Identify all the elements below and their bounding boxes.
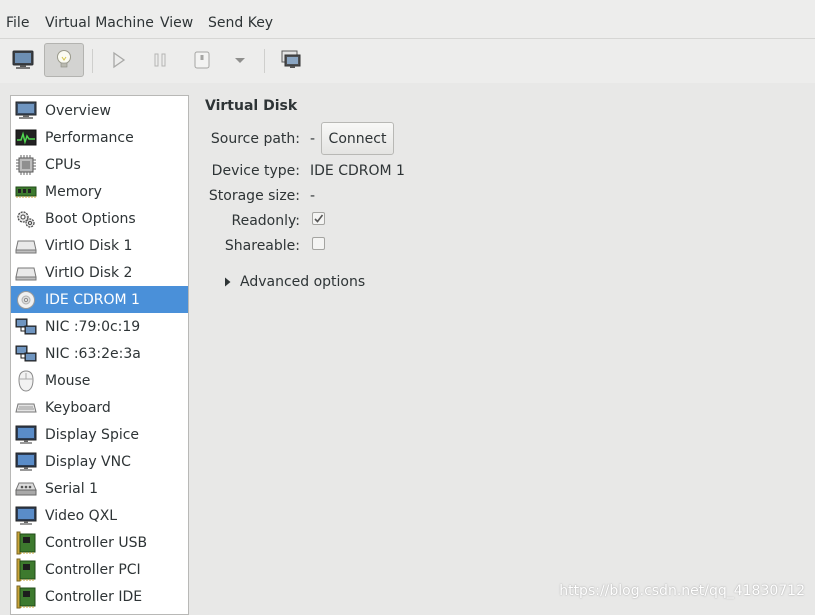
sidebar-item-label: IDE CDROM 1 — [45, 291, 140, 308]
source-path-value: - — [310, 131, 316, 147]
sidebar-item-boot-options[interactable]: Boot Options — [11, 205, 188, 232]
sidebar-item-label: Controller PCI — [45, 561, 141, 578]
controller-card-icon — [15, 558, 37, 581]
hard-disk-icon — [15, 235, 37, 257]
sidebar-item-label: Boot Options — [45, 210, 136, 227]
sidebar-item-label: VirtIO Disk 1 — [45, 237, 133, 254]
sidebar-item-controller-pci[interactable]: Controller PCI — [11, 556, 188, 583]
snapshots-icon — [281, 50, 301, 68]
toolbar-separator — [92, 49, 93, 73]
toolbar-separator — [264, 49, 265, 73]
storage-size-value: - — [310, 188, 316, 204]
cpu-chip-icon — [15, 154, 37, 176]
storage-size-label: Storage size: — [208, 188, 300, 204]
display-icon — [15, 505, 37, 527]
sidebar-item-label: VirtIO Disk 2 — [45, 264, 133, 281]
display-icon — [15, 451, 37, 473]
sidebar-item-mouse[interactable]: Mouse — [11, 367, 188, 394]
shareable-label: Shareable: — [224, 238, 300, 254]
details-button[interactable] — [44, 43, 84, 77]
watermark: https://blog.csdn.net/qq_41830712 — [559, 583, 805, 599]
menu-view[interactable]: View — [160, 15, 193, 31]
power-icon — [194, 51, 210, 69]
pause-icon — [154, 53, 166, 67]
sidebar-item-label: Performance — [45, 129, 134, 146]
advanced-options-expander[interactable]: Advanced options — [222, 274, 365, 290]
triangle-right-icon — [225, 277, 231, 287]
sidebar-item-keyboard[interactable]: Keyboard — [11, 394, 188, 421]
sidebar-item-label: Keyboard — [45, 399, 111, 416]
section-title: Virtual Disk — [205, 98, 298, 114]
sidebar-item-display-spice[interactable]: Display Spice — [11, 421, 188, 448]
sidebar-item-cpus[interactable]: CPUs — [11, 151, 188, 178]
play-icon — [113, 51, 126, 69]
sidebar-item-ide-cdrom-1[interactable]: IDE CDROM 1 — [11, 286, 188, 313]
monitor-icon — [12, 50, 34, 69]
sidebar-item-label: Overview — [45, 102, 111, 119]
advanced-options-label: Advanced options — [240, 274, 366, 290]
menu-send-key[interactable]: Send Key — [208, 15, 273, 31]
menu-virtual-machine[interactable]: Virtual Machine — [45, 15, 154, 31]
keyboard-icon — [15, 397, 37, 419]
console-button[interactable] — [3, 43, 43, 77]
readonly-label: Readonly: — [231, 213, 301, 229]
menu-file[interactable]: File — [6, 15, 29, 31]
sidebar-item-label: Video QXL — [45, 507, 118, 524]
sidebar-item-label: Display VNC — [45, 453, 131, 470]
pause-button[interactable] — [140, 43, 180, 77]
sidebar-item-nic-63-2e-3a[interactable]: NIC :63:2e:3a — [11, 340, 188, 367]
controller-card-icon — [15, 531, 37, 554]
sidebar-item-performance[interactable]: Performance — [11, 124, 188, 151]
menu-bar: File Virtual Machine View Send Key — [0, 0, 815, 39]
sidebar-item-memory[interactable]: Memory — [11, 178, 188, 205]
sidebar-item-display-vnc[interactable]: Display VNC — [11, 448, 188, 475]
sidebar-item-label: NIC :79:0c:19 — [45, 318, 141, 335]
device-type-label: Device type: — [211, 163, 300, 179]
shutdown-button[interactable] — [182, 43, 222, 77]
connect-button[interactable]: Connect — [321, 122, 394, 155]
sidebar-item-overview[interactable]: Overview — [11, 97, 188, 124]
sidebar-item-serial-1[interactable]: Serial 1 — [11, 475, 188, 502]
sidebar-item-label: Memory — [45, 183, 102, 200]
network-icon — [15, 343, 37, 365]
network-icon — [15, 316, 37, 338]
snapshots-button[interactable] — [271, 43, 311, 77]
device-type-value: IDE CDROM 1 — [310, 163, 405, 179]
readonly-checkbox[interactable] — [312, 212, 325, 225]
device-details-panel: Virtual Disk Source path: - Connect Devi… — [190, 90, 815, 609]
memory-module-icon — [15, 181, 37, 203]
hardware-list: Overview Performance CPUs Memory Boot Option… — [10, 95, 189, 615]
display-icon — [15, 424, 37, 446]
run-button[interactable] — [98, 43, 138, 77]
chevron-down-icon — [235, 58, 245, 63]
sidebar-item-nic-79-0c-19[interactable]: NIC :79:0c:19 — [11, 313, 188, 340]
sidebar-item-controller-ide[interactable]: Controller IDE — [11, 583, 188, 610]
shutdown-menu-button[interactable] — [220, 43, 260, 77]
performance-graph-icon — [15, 127, 37, 149]
controller-card-icon — [15, 585, 37, 608]
sidebar-item-label: Controller IDE — [45, 588, 143, 605]
source-path-label: Source path: — [210, 131, 300, 147]
monitor-icon — [15, 100, 37, 122]
serial-port-icon — [15, 478, 37, 500]
sidebar-item-virtio-disk-2[interactable]: VirtIO Disk 2 — [11, 259, 188, 286]
sidebar-item-video-qxl[interactable]: Video QXL — [11, 502, 188, 529]
mouse-icon — [15, 369, 37, 392]
gears-icon — [15, 208, 37, 230]
sidebar-item-virtio-disk-1[interactable]: VirtIO Disk 1 — [11, 232, 188, 259]
cdrom-disc-icon — [15, 289, 37, 311]
sidebar-item-label: Mouse — [45, 372, 91, 389]
hard-disk-icon — [15, 262, 37, 284]
sidebar-item-label: NIC :63:2e:3a — [45, 345, 141, 362]
sidebar-item-label: Serial 1 — [45, 480, 98, 497]
sidebar-item-controller-usb[interactable]: Controller USB — [11, 529, 188, 556]
sidebar-item-label: Controller USB — [45, 534, 148, 551]
shareable-checkbox[interactable] — [312, 237, 325, 250]
sidebar-item-label: Display Spice — [45, 426, 140, 443]
sidebar-item-label: CPUs — [45, 156, 81, 173]
toolbar — [0, 39, 815, 83]
lightbulb-icon — [57, 50, 71, 68]
checkmark-icon — [314, 214, 324, 223]
